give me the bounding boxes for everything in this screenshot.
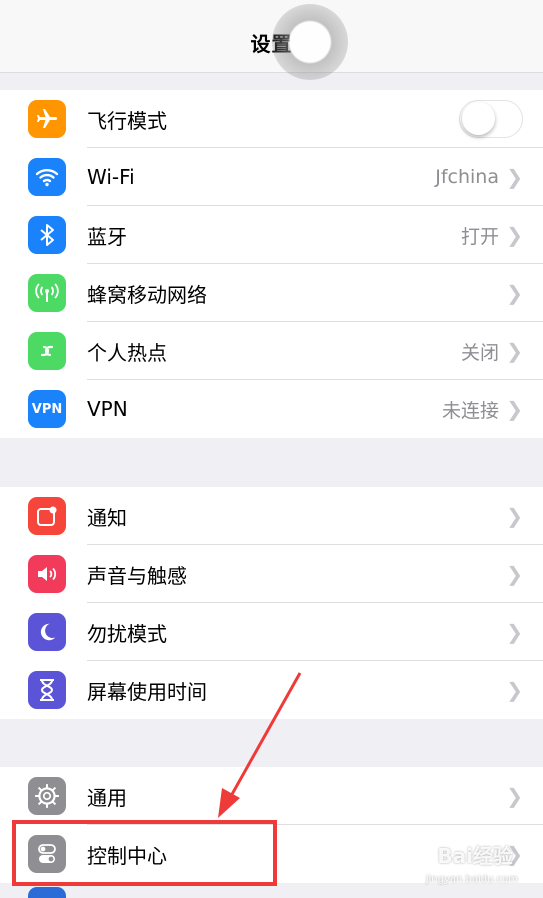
watermark-url: jingyan.baidu.com bbox=[425, 874, 518, 885]
watermark-logo: Bai经验 bbox=[437, 844, 513, 868]
annotation-arrow bbox=[218, 672, 302, 818]
